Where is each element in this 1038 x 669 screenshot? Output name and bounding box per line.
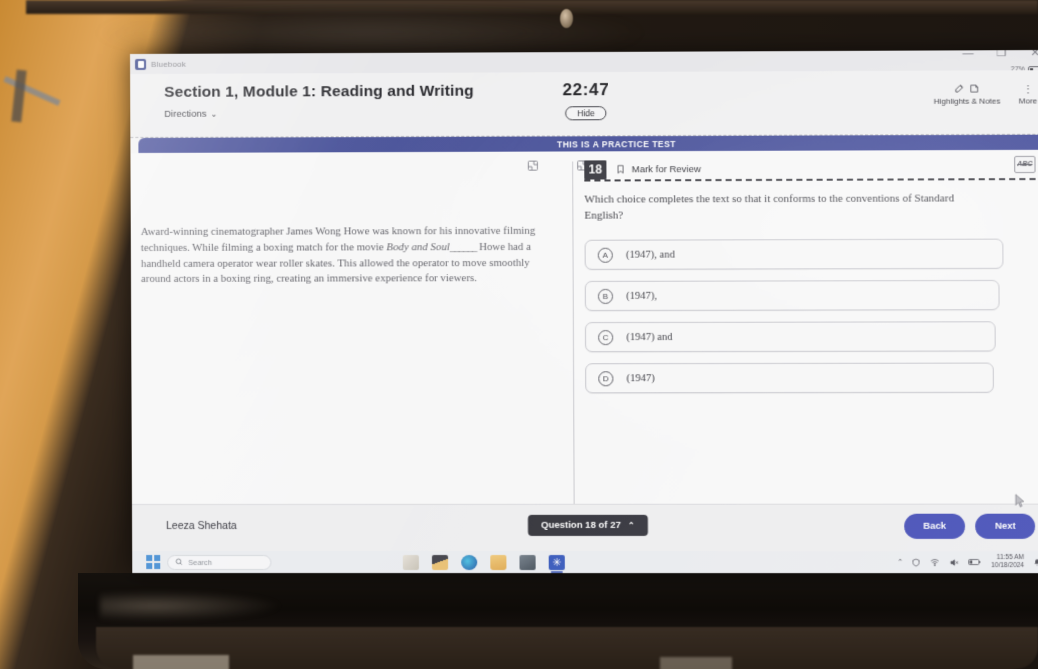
laptop-screen: Bluebook — ❐ ✕ 27% Section 1, Module 1: …	[130, 50, 1038, 574]
mouse-pointer-icon	[1015, 494, 1026, 509]
chevron-down-icon: ⌄	[210, 109, 218, 119]
question-number-badge: 18	[584, 159, 607, 180]
passage-blank: ______	[449, 240, 477, 253]
footer-buttons: Back Next	[903, 513, 1036, 539]
answer-choices: A (1947), and B (1947), C (1947) and D (…	[584, 238, 1037, 394]
minimize-button[interactable]: —	[960, 50, 976, 59]
passage-italic-title: Body and Soul	[386, 240, 450, 254]
clock[interactable]: 11:55 AM 10/18/2024	[991, 554, 1024, 571]
mark-for-review-label: Mark for Review	[631, 163, 701, 175]
choice-letter-b: B	[597, 288, 614, 304]
question-counter-label: Question 18 of 27	[541, 519, 621, 531]
pane-divider[interactable]	[572, 161, 575, 504]
next-button[interactable]: Next	[975, 513, 1036, 539]
student-name: Leeza Shehata	[166, 519, 237, 532]
search-input[interactable]: Search	[167, 554, 272, 570]
directions-button[interactable]: Directions ⌄	[164, 109, 217, 120]
strikethrough-abc-icon[interactable]: ABC	[1014, 155, 1036, 174]
hide-timer-button[interactable]: Hide	[565, 106, 607, 121]
answer-choice-b[interactable]: B (1947),	[584, 279, 1000, 312]
laptop-hinge-highlight	[100, 591, 280, 621]
more-button[interactable]: ⋮ More	[1018, 84, 1038, 106]
expand-panel-icon[interactable]	[527, 160, 539, 172]
maximize-button[interactable]: ❐	[993, 50, 1009, 59]
search-placeholder: Search	[188, 557, 213, 567]
wifi-icon[interactable]	[930, 558, 940, 567]
paint-icon[interactable]	[402, 554, 419, 570]
folder-icon[interactable]	[490, 554, 507, 570]
chevron-up-icon: ⌃	[627, 520, 635, 530]
question-prompt: Which choice completes the text so that …	[584, 192, 955, 222]
chevron-up-icon[interactable]: ⌃	[897, 558, 903, 566]
question-pane: 18 Mark for Review ABC Which choice comp…	[584, 150, 1036, 394]
highlighter-icon	[954, 83, 965, 94]
question-navigator-button[interactable]: Question 18 of 27 ⌃	[527, 514, 648, 536]
battery-icon[interactable]	[969, 558, 982, 566]
mark-for-review-button[interactable]: Mark for Review	[615, 163, 701, 175]
laptop-palmrest	[96, 627, 1038, 669]
choice-letter-a: A	[597, 247, 613, 263]
laptop-foot-right	[660, 657, 732, 669]
back-button[interactable]: Back	[903, 513, 966, 539]
bookmark-icon	[615, 163, 625, 175]
windows-taskbar: Search ⌃	[132, 550, 1038, 574]
more-vertical-icon: ⋮	[1022, 84, 1034, 97]
more-label: More	[1018, 96, 1038, 106]
countdown-timer: 22:47	[562, 80, 610, 100]
file-explorer-icon[interactable]	[431, 554, 449, 570]
search-icon	[175, 558, 183, 565]
system-tray: ⌃ 11:55 AM 10/18/2024	[897, 554, 1038, 571]
practice-test-banner-label: THIS IS A PRACTICE TEST	[556, 138, 676, 149]
window-controls: — ❐ ✕	[960, 50, 1038, 59]
clock-time: 11:55 AM	[996, 553, 1025, 561]
choice-text-c: (1947) and	[626, 331, 673, 343]
test-footer: Leeza Shehata Question 18 of 27 ⌃ Back N…	[131, 503, 1038, 552]
choice-text-d: (1947)	[626, 372, 655, 384]
note-icon	[970, 83, 980, 93]
bluebook-app-icon[interactable]	[548, 554, 565, 570]
bluebook-logo-icon	[135, 58, 147, 70]
volume-muted-icon[interactable]	[949, 558, 959, 567]
laptop-foot-left	[133, 655, 229, 669]
passage-text: Award-winning cinematographer James Wong…	[141, 224, 543, 288]
choice-text-b: (1947),	[626, 290, 658, 302]
window-title: Bluebook	[151, 59, 187, 69]
choice-text-a: (1947), and	[625, 249, 675, 261]
choice-letter-d: D	[598, 370, 614, 386]
notification-bell-icon[interactable]	[1033, 558, 1038, 567]
answer-choice-c[interactable]: C (1947) and	[584, 321, 996, 353]
clock-date: 10/18/2024	[991, 562, 1025, 570]
question-topbar: 18 Mark for Review ABC	[584, 155, 1036, 182]
directions-label: Directions	[164, 108, 207, 120]
test-body: Award-winning cinematographer James Wong…	[130, 149, 1038, 505]
choice-letter-c: C	[598, 329, 614, 345]
answer-choice-a[interactable]: A (1947), and	[584, 238, 1004, 270]
answer-choice-d[interactable]: D (1947)	[585, 362, 994, 394]
windows-start-icon[interactable]	[146, 555, 161, 570]
security-alert-icon[interactable]	[912, 558, 921, 567]
store-icon[interactable]	[519, 554, 536, 570]
test-header: Section 1, Module 1: Reading and Writing…	[130, 70, 1038, 138]
close-button[interactable]: ✕	[1027, 50, 1038, 59]
edge-browser-icon[interactable]	[461, 554, 478, 570]
highlights-notes-button[interactable]: Highlights & Notes	[933, 82, 1001, 106]
highlights-notes-label: Highlights & Notes	[933, 96, 1001, 106]
webcam-icon	[560, 9, 573, 28]
header-tools: Highlights & Notes ⋮ More	[933, 82, 1038, 106]
